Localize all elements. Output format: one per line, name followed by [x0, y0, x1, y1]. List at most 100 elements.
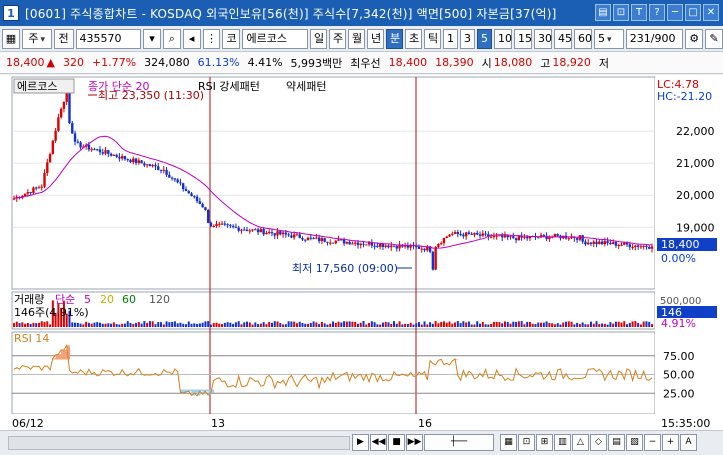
font-icon[interactable]: A [680, 434, 697, 451]
zoom-out-icon[interactable]: − [644, 434, 661, 451]
rewind-icon[interactable]: ◀◀ [370, 434, 387, 451]
layout-icon[interactable]: ▤ [595, 4, 611, 21]
minute-3[interactable]: 3 [459, 28, 475, 49]
stock-name-field[interactable]: 에르코스 [242, 28, 308, 49]
interval-select[interactable]: 5 [593, 28, 624, 49]
period-month[interactable]: 월 [347, 28, 365, 49]
minute-60[interactable]: 60 [573, 28, 592, 49]
volume-bar [343, 321, 346, 327]
search-icon[interactable]: ⌕ [162, 28, 181, 49]
volume-bar [146, 322, 149, 327]
bottom-bar: ▶ ◀◀ ■ ▶▶ ┼── ▦ ⊡ ⊞ ▥ △ ◇ ▤ ▧ − + A [0, 430, 723, 455]
play-icon[interactable]: ▶ [352, 434, 369, 451]
volume-bar [354, 321, 357, 327]
volume-bar [240, 324, 243, 327]
volume-bar [212, 323, 215, 327]
minute-10[interactable]: 10 [493, 28, 512, 49]
period-minute[interactable]: 분 [385, 28, 403, 49]
change-arrow-icon: ▲ [46, 56, 55, 69]
close-icon[interactable]: ✕ [703, 4, 719, 21]
candle-body [93, 149, 96, 151]
candle-body [151, 165, 154, 167]
volume-bar [534, 324, 537, 327]
pin-icon[interactable]: T [631, 4, 647, 21]
volume-bar [515, 321, 518, 327]
volume-bar [467, 321, 470, 327]
candle-body [489, 236, 493, 238]
candle-body [620, 244, 623, 246]
minute-30[interactable]: 30 [533, 28, 552, 49]
minute-5[interactable]: 5 [476, 28, 492, 49]
minute-45[interactable]: 45 [553, 28, 572, 49]
period-day[interactable]: 일 [309, 28, 327, 49]
price-panel[interactable] [11, 76, 656, 290]
capture-icon-2[interactable]: ⊡ [518, 434, 535, 451]
speaker-icon[interactable]: ◂ [182, 28, 201, 49]
stock-code-input[interactable]: 435570 [75, 28, 142, 49]
grid-icon-2[interactable]: ▤ [608, 434, 625, 451]
volume-bar [481, 321, 484, 327]
candle-body [251, 229, 254, 231]
table-icon[interactable]: ▧ [626, 434, 643, 451]
chart-toggle-icon[interactable]: ▥ [554, 434, 571, 451]
best-bid: 18,390 [435, 56, 474, 69]
candle-body [448, 234, 451, 237]
volume-bar [648, 321, 651, 327]
volume-bar [362, 321, 365, 327]
all-button[interactable]: 전 [53, 28, 74, 49]
volume-bar [537, 322, 540, 327]
volume-bar [451, 323, 454, 327]
zoom-slider-icon[interactable]: ┼── [424, 434, 494, 451]
forward-icon[interactable]: ▶▶ [406, 434, 423, 451]
candle-body [170, 177, 174, 179]
period-second[interactable]: 초 [404, 28, 422, 49]
code-dropdown-icon[interactable]: ▾ [143, 28, 161, 49]
chart-area[interactable]: 에르코스 종가 단순 20 RSI 강세패턴 약세패턴 최고 23,350 (1… [0, 75, 723, 430]
volume-bar [459, 323, 462, 327]
settings-icon[interactable]: ⚙ [685, 28, 704, 49]
candle-body [220, 223, 224, 225]
volume-bar [495, 321, 498, 327]
period-tick[interactable]: 틱 [423, 28, 441, 49]
help-icon[interactable]: ? [649, 4, 665, 21]
capture-icon[interactable]: ⊡ [613, 4, 629, 21]
history-icon[interactable]: ⋮ [202, 28, 221, 49]
candle-body [201, 203, 204, 208]
period-year[interactable]: 년 [366, 28, 384, 49]
count-input[interactable]: 231/900 [625, 28, 684, 49]
tools-icon[interactable]: ✎ [705, 28, 723, 49]
volume-bar [154, 324, 157, 327]
candle-body [290, 235, 293, 238]
chart-scrollbar[interactable] [8, 436, 350, 450]
volume-bar [487, 324, 490, 327]
count-total: /900 [650, 31, 676, 45]
kosdaq-button[interactable]: 코 [222, 28, 241, 49]
candle-body [417, 246, 421, 249]
minute-15[interactable]: 15 [513, 28, 532, 49]
candle-body [495, 235, 498, 237]
playback-controls: ▶ ◀◀ ■ ▶▶ [352, 434, 423, 451]
volume-bar [98, 322, 101, 327]
candle-body [437, 244, 440, 247]
grid-toggle-icon[interactable]: ⊞ [536, 434, 553, 451]
candle-body [431, 251, 435, 270]
chart-svg[interactable]: 에르코스 종가 단순 20 RSI 강세패턴 약세패턴 최고 23,350 (1… [0, 75, 723, 430]
volume-bar [606, 324, 609, 327]
candle-body [387, 245, 390, 248]
candle-body [101, 152, 104, 154]
layout-icon-2[interactable]: ▦ [500, 434, 517, 451]
zoom-in-icon[interactable]: + [662, 434, 679, 451]
stop-icon[interactable]: ■ [388, 434, 405, 451]
grid-icon[interactable]: ▦ [2, 28, 20, 49]
period-week[interactable]: 주 [328, 28, 346, 49]
draw-icon[interactable]: △ [572, 434, 589, 451]
window-number-icon[interactable]: 1 [3, 5, 19, 21]
mark-icon[interactable]: ◇ [590, 434, 607, 451]
volume-bar [620, 322, 623, 327]
candle-body [107, 150, 110, 154]
volume-bar [179, 322, 182, 327]
market-select[interactable]: 주 [21, 28, 52, 49]
maximize-icon[interactable]: □ [685, 4, 701, 21]
minimize-icon[interactable]: ─ [667, 4, 683, 21]
minute-1[interactable]: 1 [442, 28, 458, 49]
